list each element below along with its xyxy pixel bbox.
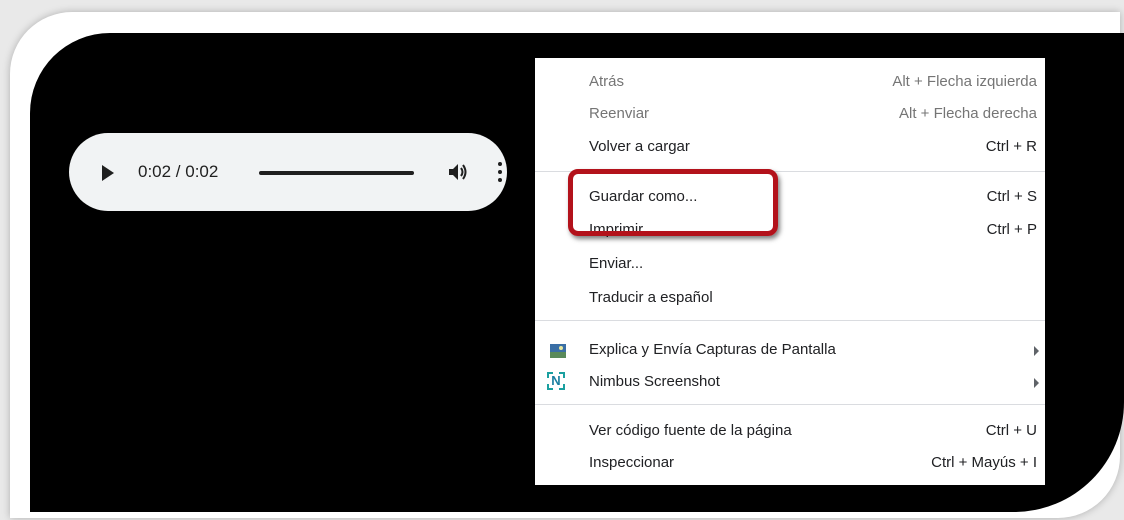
- play-icon[interactable]: [102, 165, 114, 181]
- nimbus-icon: N: [547, 372, 565, 390]
- menu-item-reload[interactable]: Volver a cargar Ctrl + R: [535, 132, 1045, 163]
- menu-item-send[interactable]: Enviar...: [535, 249, 1045, 280]
- time-display: 0:02 / 0:02: [138, 162, 219, 181]
- submenu-arrow-icon: [1034, 346, 1039, 356]
- screenshot-extension-icon: [550, 344, 566, 358]
- menu-item-label: Enviar...: [589, 255, 644, 272]
- menu-item-translate[interactable]: Traducir a español: [535, 283, 1045, 314]
- context-menu: Atrás Alt + Flecha izquierda Reenviar Al…: [535, 58, 1045, 485]
- audio-player: 0:02 / 0:02: [69, 133, 507, 211]
- menu-item-label: Atrás: [589, 73, 625, 90]
- menu-item-shortcut: Ctrl + U: [985, 422, 1037, 439]
- menu-separator: [535, 404, 1045, 405]
- menu-item-view-source[interactable]: Ver código fuente de la página Ctrl + U: [535, 416, 1045, 447]
- menu-item-back[interactable]: Atrás Alt + Flecha izquierda: [535, 67, 1045, 98]
- menu-separator: [535, 320, 1045, 321]
- menu-item-label: Nimbus Screenshot: [589, 373, 720, 390]
- volume-icon[interactable]: [447, 162, 469, 182]
- menu-item-label: Explica y Envía Capturas de Pantalla: [589, 341, 836, 358]
- highlight-annotation-box: [568, 169, 778, 236]
- menu-item-shortcut: Ctrl + S: [986, 188, 1037, 205]
- menu-item-shortcut: Ctrl + P: [986, 221, 1037, 238]
- submenu-arrow-icon: [1034, 378, 1039, 388]
- menu-item-label: Ver código fuente de la página: [589, 422, 792, 439]
- progress-slider[interactable]: [259, 171, 414, 175]
- menu-item-shortcut: Ctrl + Mayús + I: [931, 454, 1037, 471]
- menu-item-shortcut: Ctrl + R: [985, 138, 1037, 155]
- menu-item-label: Traducir a español: [589, 289, 713, 306]
- menu-item-label: Inspeccionar: [589, 454, 675, 471]
- menu-item-inspect[interactable]: Inspeccionar Ctrl + Mayús + I: [535, 448, 1045, 479]
- more-vert-icon[interactable]: [497, 162, 503, 182]
- menu-item-label: Reenviar: [589, 105, 650, 122]
- menu-item-screenshot-extension[interactable]: Explica y Envía Capturas de Pantalla: [535, 335, 1045, 366]
- menu-item-shortcut: Alt + Flecha derecha: [899, 105, 1037, 122]
- menu-item-shortcut: Alt + Flecha izquierda: [892, 73, 1037, 90]
- menu-item-forward[interactable]: Reenviar Alt + Flecha derecha: [535, 99, 1045, 130]
- menu-item-label: Volver a cargar: [589, 138, 690, 155]
- menu-item-nimbus[interactable]: N Nimbus Screenshot: [535, 367, 1045, 398]
